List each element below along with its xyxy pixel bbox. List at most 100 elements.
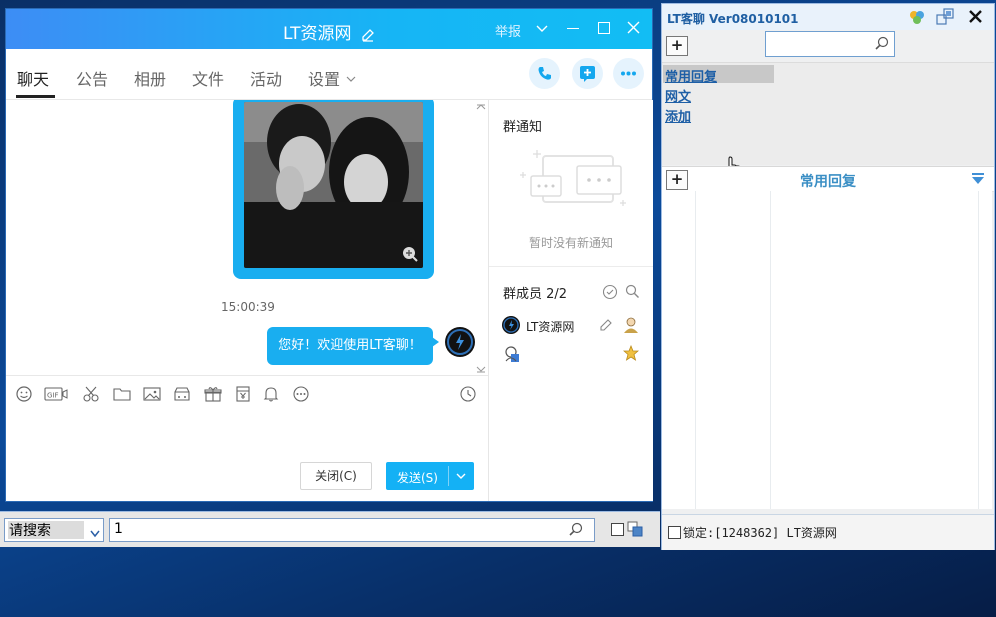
lock-status-text: 锁定:[1248362] LT资源网 [683, 526, 837, 540]
search-icon[interactable] [568, 522, 584, 542]
edit-icon[interactable] [599, 318, 613, 336]
search-scope-value: 请搜索 [9, 523, 51, 539]
member-row[interactable]: LT资源网 [489, 314, 653, 338]
search-input[interactable]: 1 [109, 518, 595, 542]
image-icon[interactable] [143, 386, 161, 402]
input-toolbar: GIF [6, 375, 488, 410]
zoom-in-icon[interactable] [402, 246, 418, 266]
collapse-bottom-icon[interactable] [476, 364, 486, 374]
greeting-text: 您好！欢迎使用LT客聊！ [278, 338, 422, 353]
notice-title: 群通知 [503, 120, 543, 135]
photo[interactable] [244, 102, 423, 268]
notice-empty-text: 暂时没有新通知 [528, 236, 613, 250]
active-tab-indicator [16, 95, 55, 98]
lt-panel: LT客聊 Ver08010101 + 常用回复 网文 添加 + 常用回复 锁定:… [661, 3, 995, 550]
window-layout-icon[interactable] [936, 8, 954, 30]
section-title: 常用回复 [800, 174, 856, 190]
red-packet-icon[interactable] [234, 386, 252, 402]
lt-title: LT客聊 Ver08010101 [667, 12, 799, 26]
member-avatar [503, 345, 521, 367]
lt-title-bar[interactable]: LT客聊 Ver08010101 [662, 4, 994, 30]
grid-column-line [770, 191, 771, 509]
image-message[interactable] [233, 100, 434, 279]
gif-icon[interactable]: GIF [44, 386, 68, 402]
member-name: LT资源网 [526, 320, 575, 334]
window-title-text: LT资源网 [283, 24, 352, 44]
report-button[interactable]: 举报 [495, 21, 521, 40]
tab-activity[interactable]: 活动 [250, 66, 282, 90]
divider [489, 266, 653, 267]
window-title: LT资源网 [6, 19, 652, 44]
close-icon[interactable] [968, 9, 983, 28]
layout-icon[interactable] [627, 521, 643, 541]
more-icon[interactable] [613, 58, 644, 89]
add-app-button[interactable] [572, 58, 603, 89]
tab-files[interactable]: 文件 [192, 66, 224, 90]
members-title: 群成员 2/2 [503, 287, 568, 302]
add-button[interactable]: + [666, 36, 688, 56]
minimize-icon[interactable] [567, 28, 579, 29]
chat-window: LT资源网 举报 聊天 公告 相册 文件 活动 设置 15:00:39 您好！欢… [6, 9, 653, 501]
member-manage-icon[interactable] [602, 284, 618, 304]
emoji-icon[interactable] [15, 386, 33, 402]
member-row[interactable] [489, 343, 653, 367]
message-timestamp: 15:00:39 [221, 300, 275, 314]
send-divider [448, 466, 449, 486]
text-message-bubble[interactable]: 您好！欢迎使用LT客聊！ [267, 327, 433, 365]
lt-search-input[interactable] [765, 31, 895, 57]
group-sidebar: 群通知 暂时没有新通知 群成员 2/2 LT资源网 [488, 100, 653, 501]
tab-announcement[interactable]: 公告 [76, 66, 108, 90]
edit-title-icon[interactable] [361, 27, 375, 42]
avatar[interactable] [445, 327, 475, 357]
close-icon[interactable] [627, 21, 640, 38]
voice-call-button[interactable] [529, 58, 560, 89]
folder-icon[interactable] [113, 386, 131, 402]
settings-chevron-icon[interactable] [346, 72, 356, 87]
filter-icon[interactable] [971, 172, 985, 190]
lock-checkbox[interactable] [668, 526, 681, 539]
quick-reply-list: 常用回复 网文 添加 [662, 62, 994, 178]
tab-album[interactable]: 相册 [134, 66, 166, 90]
reply-grid[interactable] [662, 191, 992, 509]
shop-icon[interactable] [173, 386, 191, 402]
checkbox[interactable] [611, 523, 624, 536]
search-scope-select[interactable]: 请搜索 [4, 518, 104, 542]
message-input[interactable] [6, 410, 488, 460]
tab-chat[interactable]: 聊天 [17, 66, 49, 90]
gift-icon[interactable] [204, 386, 222, 402]
quick-reply-link[interactable]: 添加 [665, 106, 691, 125]
bell-icon[interactable] [262, 386, 280, 402]
bubble-tail [432, 337, 439, 347]
owner-icon [623, 316, 639, 338]
lt-status-bar: 锁定:[1248362] LT资源网 [662, 514, 994, 550]
star-icon [622, 344, 640, 365]
svg-text:GIF: GIF [47, 392, 59, 400]
close-button[interactable]: 关闭(C) [300, 462, 372, 490]
member-avatar [502, 316, 520, 334]
chevron-down-icon[interactable] [90, 526, 100, 542]
send-button-label: 发送(S) [397, 471, 438, 485]
section-header: + 常用回复 [662, 166, 994, 192]
maximize-icon[interactable] [598, 22, 610, 34]
message-area[interactable]: 15:00:39 您好！欢迎使用LT客聊！ [6, 100, 488, 374]
chevron-down-icon[interactable] [536, 23, 548, 38]
quick-reply-link[interactable]: 网文 [665, 86, 691, 105]
collapse-top-icon[interactable] [476, 100, 486, 115]
grid-column-line [978, 191, 979, 509]
empty-notice-illustration [517, 144, 629, 218]
grid-column-line [695, 191, 696, 509]
send-button[interactable]: 发送(S) [386, 462, 474, 490]
quick-reply-link[interactable]: 常用回复 [665, 66, 717, 85]
member-search-icon[interactable] [625, 284, 640, 303]
send-options-chevron-icon[interactable] [455, 471, 467, 485]
search-input-value: 1 [114, 521, 123, 537]
tab-settings[interactable]: 设置 [308, 66, 340, 90]
tab-bar: 聊天 公告 相册 文件 活动 设置 [6, 49, 652, 100]
screenshot-icon[interactable] [82, 386, 100, 402]
close-button-label: 关闭(C) [315, 469, 357, 483]
more-tools-icon[interactable] [292, 386, 310, 402]
palette-icon[interactable] [908, 8, 926, 30]
search-icon[interactable] [874, 36, 890, 56]
history-icon[interactable] [459, 386, 477, 402]
title-bar[interactable]: LT资源网 举报 [6, 9, 652, 49]
